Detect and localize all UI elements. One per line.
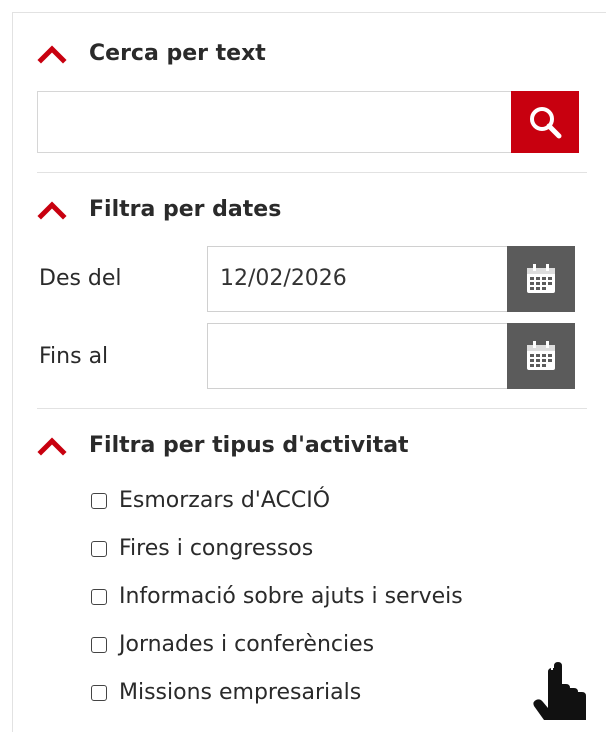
search-button[interactable]	[511, 91, 579, 153]
activity-option[interactable]: Missions empresarials	[91, 680, 361, 705]
checkbox[interactable]	[91, 540, 107, 557]
filter-panel: Cerca per text Filtra per dates Des del …	[12, 12, 606, 732]
activity-option[interactable]: Informació sobre ajuts i serveis	[91, 584, 463, 609]
calendar-icon	[527, 264, 555, 293]
dates-section-title: Filtra per dates	[89, 197, 282, 222]
from-calendar-button[interactable]	[507, 246, 575, 312]
section-divider	[37, 172, 587, 173]
chevron-up-icon	[37, 44, 67, 64]
activity-section-header[interactable]: Filtra per tipus d'activitat	[37, 433, 409, 458]
to-date-value[interactable]	[220, 324, 500, 388]
activity-option-label: Missions empresarials	[119, 680, 362, 705]
search-input[interactable]	[38, 92, 512, 152]
activity-option-label: Jornades i conferències	[119, 632, 375, 657]
chevron-up-icon	[37, 200, 67, 220]
to-calendar-button[interactable]	[507, 323, 575, 389]
from-date-value[interactable]: 12/02/2026	[220, 247, 500, 311]
to-date-field[interactable]	[207, 323, 575, 389]
checkbox[interactable]	[91, 588, 107, 605]
from-date-field[interactable]: 12/02/2026	[207, 246, 575, 312]
to-date-label: Fins al	[39, 344, 109, 369]
activity-option-label: Fires i congressos	[119, 536, 314, 561]
activity-option-label: Esmorzars d'ACCIÓ	[119, 488, 331, 513]
checkbox[interactable]	[91, 636, 107, 653]
chevron-up-icon	[37, 436, 67, 456]
search-box	[37, 91, 579, 153]
section-divider	[37, 408, 587, 409]
checkbox[interactable]	[91, 492, 107, 509]
calendar-icon	[527, 341, 555, 370]
dates-section-header[interactable]: Filtra per dates	[37, 197, 281, 222]
hand-pointer-icon	[533, 662, 586, 720]
activity-option-label: Informació sobre ajuts i serveis	[119, 584, 463, 609]
search-section-title: Cerca per text	[89, 41, 266, 66]
search-section-header[interactable]: Cerca per text	[37, 41, 266, 66]
activity-option[interactable]: Jornades i conferències	[91, 632, 374, 657]
activity-option[interactable]: Fires i congressos	[91, 536, 313, 561]
checkbox[interactable]	[91, 684, 107, 701]
search-icon	[530, 107, 562, 139]
activity-option[interactable]: Esmorzars d'ACCIÓ	[91, 488, 330, 513]
from-date-label: Des del	[39, 266, 122, 291]
activity-section-title: Filtra per tipus d'activitat	[89, 433, 409, 458]
